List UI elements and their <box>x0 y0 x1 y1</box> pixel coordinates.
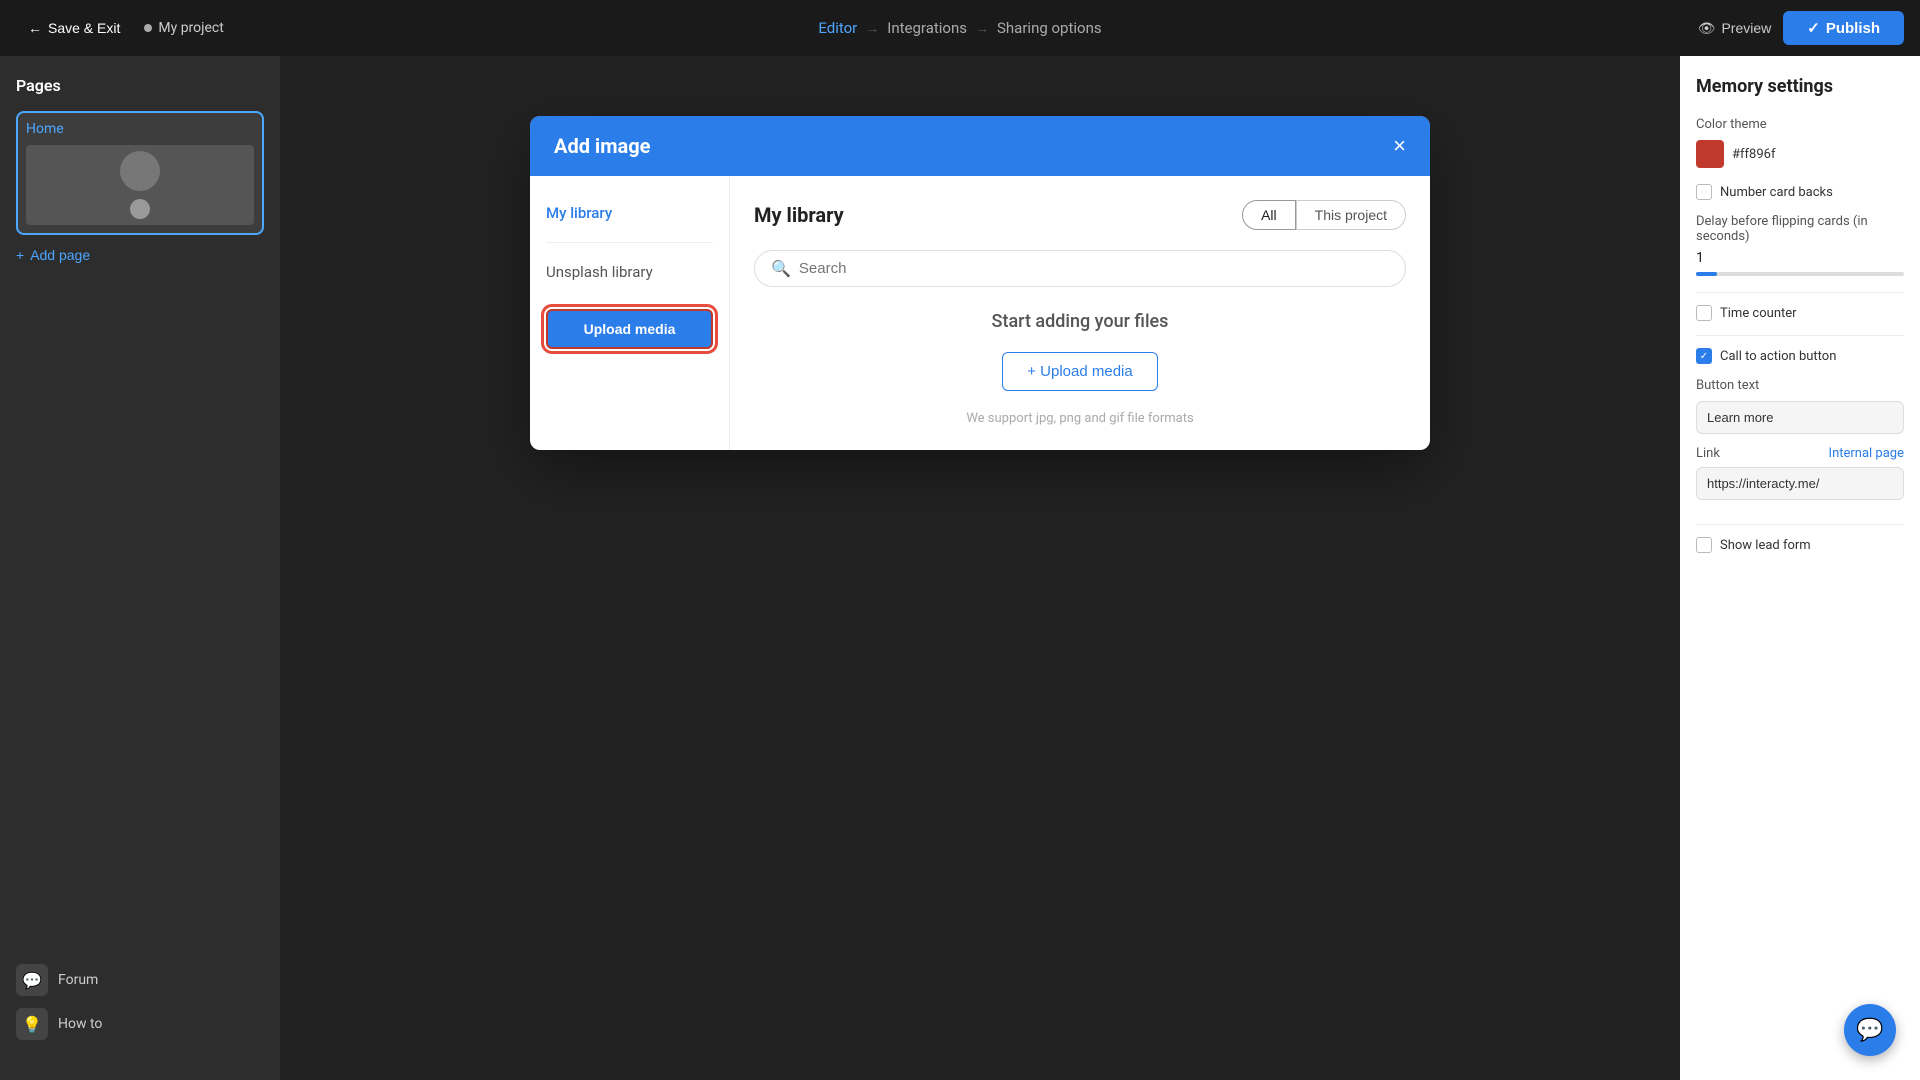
color-swatch[interactable] <box>1696 140 1724 168</box>
modal-upload-media-button[interactable]: Upload media <box>546 309 713 349</box>
modal-content-title: My library <box>754 203 844 227</box>
top-navigation: ← Save & Exit My project Editor → Integr… <box>0 0 1920 56</box>
modal-my-library-item[interactable]: My library <box>546 200 713 226</box>
show-lead-form-label: Show lead form <box>1720 538 1811 553</box>
support-formats-text: We support jpg, png and gif file formats <box>966 411 1193 426</box>
page-card-label: Home <box>26 121 254 137</box>
modal-sidebar-divider <box>546 242 713 243</box>
modal-overlay: Add image × My library Unsplash library … <box>280 56 1680 1080</box>
modal-main-content: My library All This project 🔍 Start addi <box>730 176 1430 450</box>
editor-nav-link[interactable]: Editor <box>818 19 857 37</box>
sharing-options-nav-link[interactable]: Sharing options <box>997 19 1102 37</box>
how-to-item[interactable]: 💡 How to <box>16 1008 102 1040</box>
color-hex-value: #ff896f <box>1732 147 1775 162</box>
thumb-circle <box>120 151 160 191</box>
page-card-thumbnail <box>26 145 254 225</box>
delay-section: Delay before flipping cards (in seconds)… <box>1696 214 1904 276</box>
time-counter-checkbox[interactable] <box>1696 305 1712 321</box>
project-name-display: My project <box>144 20 223 36</box>
memory-settings-title: Memory settings <box>1696 76 1904 97</box>
arrow-left-icon: ← <box>28 20 42 36</box>
main-layout: Pages Home + Add page 💬 Forum 💡 How to <box>0 56 1920 1080</box>
button-text-label: Button text <box>1696 378 1904 393</box>
filter-this-project-button[interactable]: This project <box>1296 200 1406 230</box>
link-row: Link Internal page <box>1696 446 1904 461</box>
sidebar-bottom-items: 💬 Forum 💡 How to <box>16 964 102 1040</box>
time-counter-label: Time counter <box>1720 306 1797 321</box>
color-theme-label: Color theme <box>1696 117 1904 132</box>
eye-icon: 👁 <box>1698 20 1716 37</box>
checkmark-icon: ✓ <box>1807 19 1820 37</box>
filter-all-button[interactable]: All <box>1242 200 1296 230</box>
show-lead-form-row: Show lead form <box>1696 537 1904 553</box>
call-to-action-row: ✓ Call to action button <box>1696 348 1904 364</box>
time-counter-row: Time counter <box>1696 305 1904 321</box>
button-text-input[interactable] <box>1696 401 1904 434</box>
nav-right-actions: 👁 Preview ✓ Publish <box>1698 11 1904 45</box>
number-card-backs-row: Number card backs <box>1696 184 1904 200</box>
divider-3 <box>1696 524 1904 525</box>
integrations-nav-link[interactable]: Integrations <box>887 19 967 37</box>
chat-icon: 💬 <box>1856 1018 1883 1043</box>
link-url-input[interactable] <box>1696 467 1904 500</box>
modal-unsplash-library-item[interactable]: Unsplash library <box>546 259 713 285</box>
search-icon: 🔍 <box>771 259 791 278</box>
preview-button[interactable]: 👁 Preview <box>1698 20 1772 37</box>
number-card-backs-label: Number card backs <box>1720 185 1833 200</box>
delay-label: Delay before flipping cards (in seconds) <box>1696 214 1904 244</box>
right-sidebar: Memory settings Color theme #ff896f Numb… <box>1680 56 1920 1080</box>
slider-fill <box>1696 272 1717 276</box>
home-page-card[interactable]: Home <box>16 111 264 235</box>
upload-media-inline-button[interactable]: + Upload media <box>1002 352 1157 391</box>
forum-item[interactable]: 💬 Forum <box>16 964 102 996</box>
number-card-backs-checkbox[interactable] <box>1696 184 1712 200</box>
delay-value: 1 <box>1696 250 1904 266</box>
unsaved-indicator <box>144 24 152 32</box>
chat-bubble-button[interactable]: 💬 <box>1844 1004 1896 1056</box>
modal-body: My library Unsplash library Upload media… <box>530 176 1430 450</box>
delay-slider[interactable] <box>1696 272 1904 276</box>
show-lead-form-checkbox[interactable] <box>1696 537 1712 553</box>
left-sidebar: Pages Home + Add page 💬 Forum 💡 How to <box>0 56 280 1080</box>
publish-button[interactable]: ✓ Publish <box>1783 11 1904 45</box>
color-theme-row: #ff896f <box>1696 140 1904 168</box>
empty-state: Start adding your files + Upload media W… <box>754 311 1406 426</box>
call-to-action-checkbox[interactable]: ✓ <box>1696 348 1712 364</box>
search-bar: 🔍 <box>754 250 1406 287</box>
add-image-modal: Add image × My library Unsplash library … <box>530 116 1430 450</box>
link-label: Link <box>1696 446 1720 461</box>
pages-title: Pages <box>16 76 264 95</box>
internal-page-link[interactable]: Internal page <box>1829 446 1904 461</box>
arrow-icon-2: → <box>975 20 989 37</box>
modal-header: Add image × <box>530 116 1430 176</box>
call-to-action-label: Call to action button <box>1720 349 1836 364</box>
how-to-icon: 💡 <box>16 1008 48 1040</box>
arrow-icon-1: → <box>865 20 879 37</box>
thumb-dot <box>130 199 150 219</box>
save-exit-button[interactable]: ← Save & Exit <box>16 14 132 42</box>
plus-icon: + <box>16 247 24 263</box>
add-page-button[interactable]: + Add page <box>16 247 90 263</box>
forum-icon: 💬 <box>16 964 48 996</box>
nav-center-links: Editor → Integrations → Sharing options <box>818 19 1101 37</box>
search-input[interactable] <box>799 260 1389 277</box>
modal-close-button[interactable]: × <box>1393 135 1406 157</box>
center-canvas: Add image × My library Unsplash library … <box>280 56 1680 1080</box>
empty-state-text: Start adding your files <box>992 311 1169 332</box>
divider-2 <box>1696 335 1904 336</box>
filter-buttons: All This project <box>1242 200 1406 230</box>
modal-content-header: My library All This project <box>754 200 1406 230</box>
modal-sidebar: My library Unsplash library Upload media <box>530 176 730 450</box>
divider-1 <box>1696 292 1904 293</box>
modal-title: Add image <box>554 134 650 158</box>
